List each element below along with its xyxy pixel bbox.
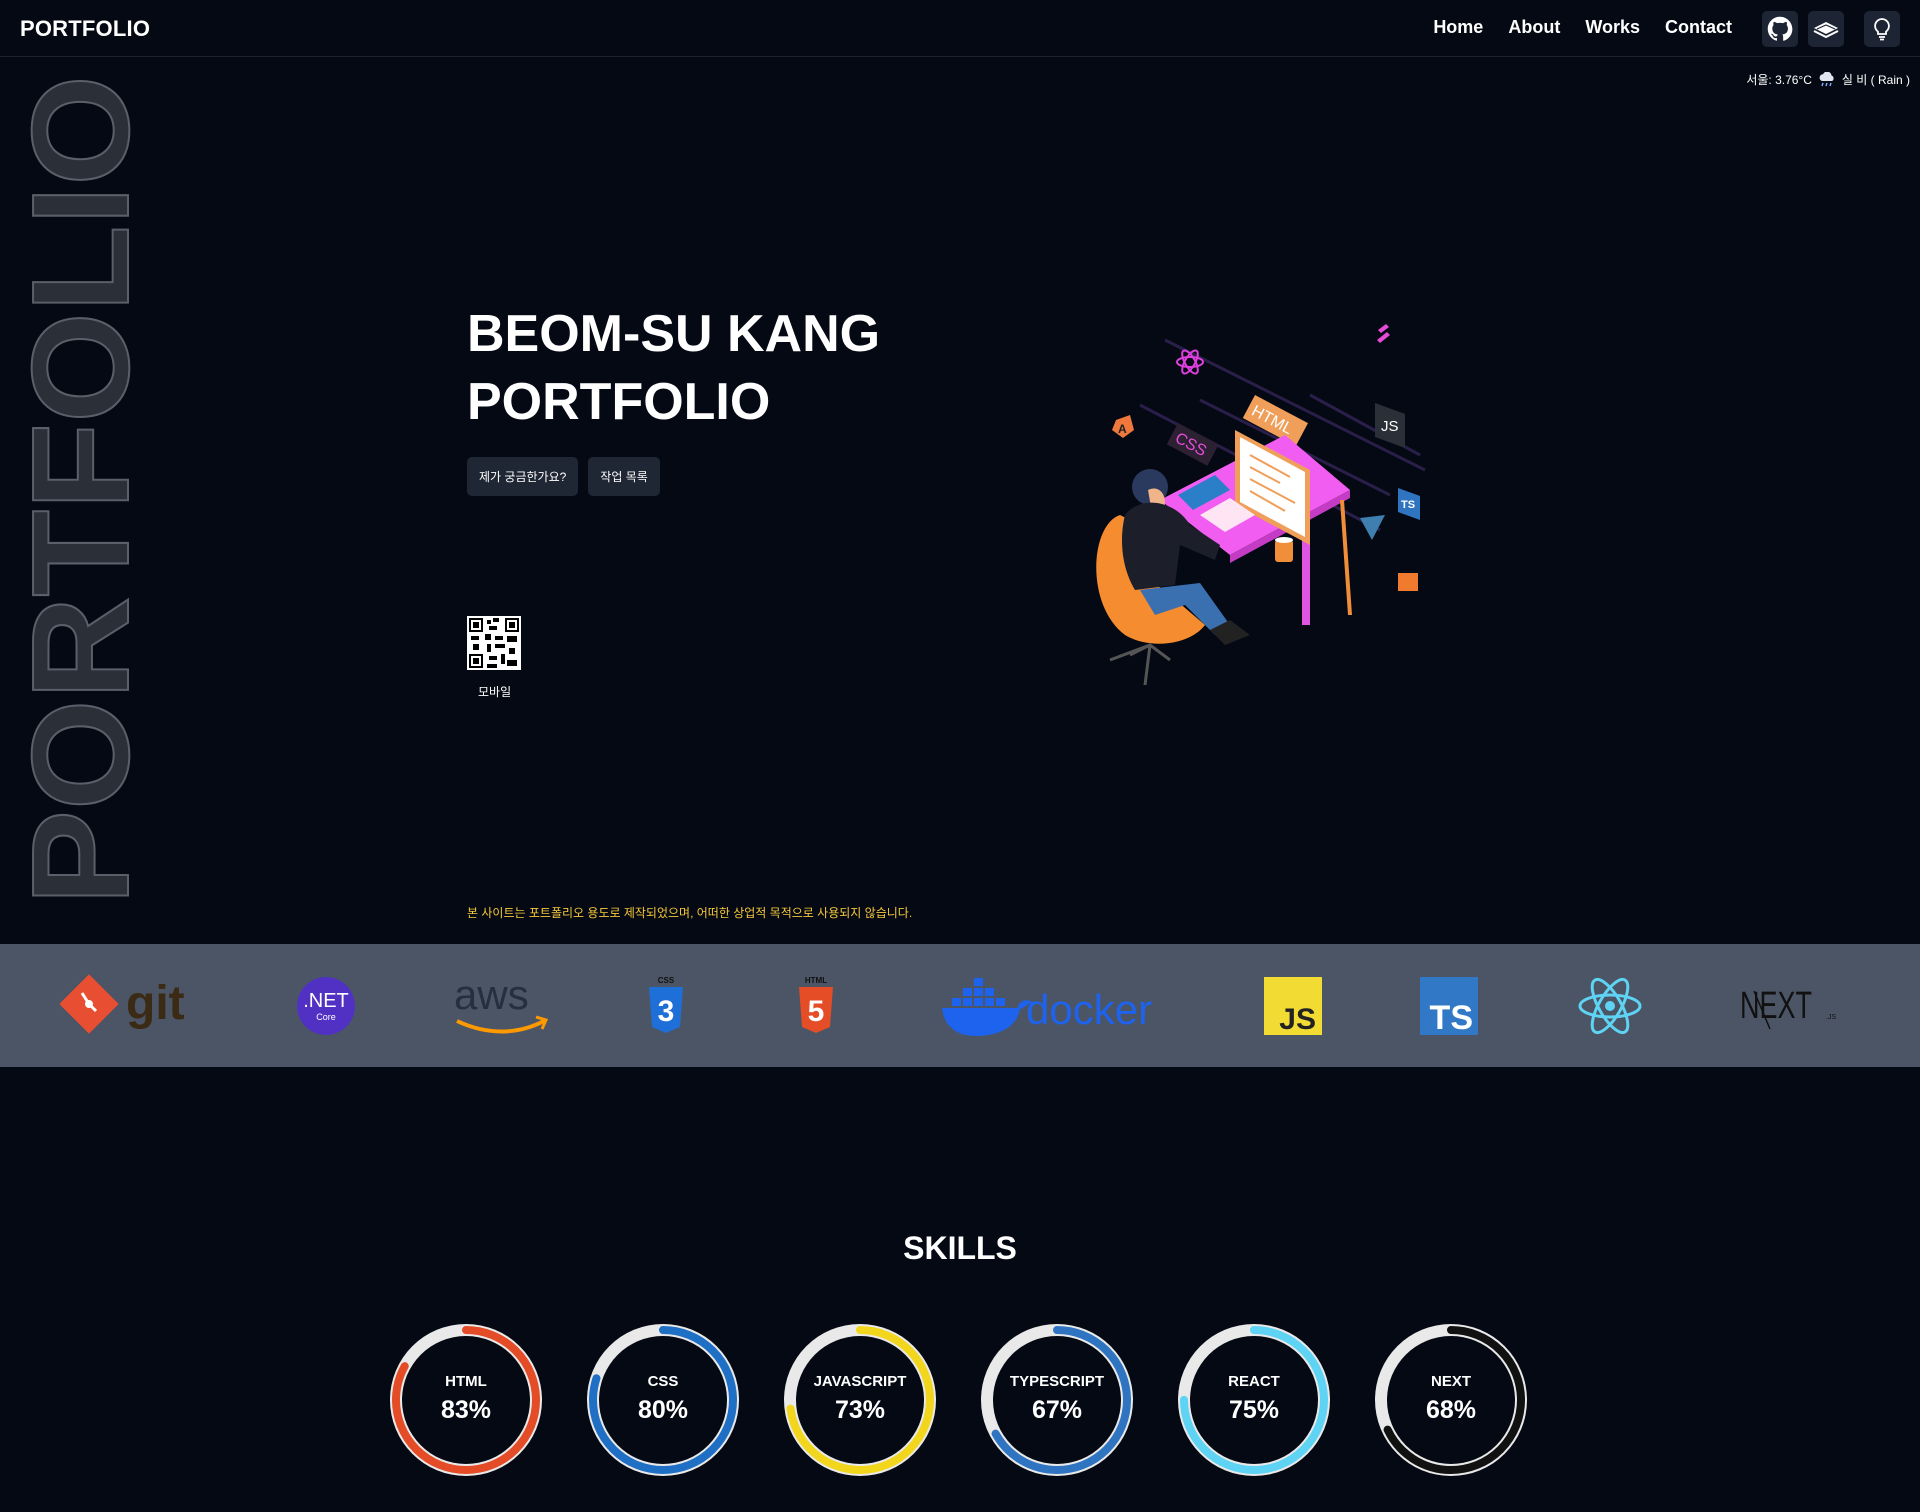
angular-icon: A: [1112, 415, 1134, 438]
svg-text:.JS: .JS: [1826, 1014, 1836, 1021]
react-logo: [1578, 944, 1642, 1067]
css-tag: CSS: [1166, 423, 1219, 466]
side-word-text: PORTFOLIO: [10, 75, 135, 905]
hero-title-line1: BEOM-SU KANG: [467, 305, 881, 363]
skill-name: TYPESCRIPT: [1009, 1373, 1105, 1390]
brand-logo[interactable]: PORTFOLIO: [20, 16, 150, 42]
docker-logo: docker: [940, 944, 1168, 1067]
svg-text:CSS: CSS: [658, 976, 675, 985]
html5-logo: HTML 5: [795, 944, 837, 1067]
skills-list: HTML 83% CSS 80% JAVASCRIPT 73% TYPESCRI…: [386, 1320, 1531, 1480]
nav-home-link[interactable]: Home: [1433, 17, 1483, 38]
blog-button[interactable]: [1808, 11, 1844, 47]
theme-toggle-button[interactable]: [1864, 11, 1900, 47]
nav-menu: Home About Works Contact: [1433, 17, 1732, 38]
skill-name: JAVASCRIPT: [813, 1373, 907, 1390]
git-icon: [60, 973, 119, 1034]
javascript-logo: JS: [1264, 944, 1322, 1067]
svg-text:JS: JS: [1279, 1003, 1316, 1035]
skill-name: NEXT: [1430, 1373, 1471, 1390]
nav-icon-buttons: [1752, 11, 1900, 47]
skill-percent: 67%: [1031, 1396, 1083, 1424]
github-icon: [1767, 16, 1793, 41]
git-logo: git: [60, 944, 200, 1067]
svg-text:Core: Core: [316, 1012, 336, 1022]
hero-buttons: 제가 궁금한가요? 작업 목록: [467, 457, 660, 496]
skill-react: REACT 75%: [1174, 1320, 1334, 1480]
svg-text:aws: aws: [454, 971, 529, 1018]
github-button[interactable]: [1762, 11, 1798, 47]
svg-text:5: 5: [808, 995, 825, 1028]
hero-title: BEOM-SU KANG PORTFOLIO: [467, 300, 880, 436]
vue-icon: [1360, 515, 1385, 540]
react-logo-icon: [1578, 977, 1642, 1034]
flutter-icon: [1377, 324, 1390, 343]
skill-css: CSS 80%: [583, 1320, 743, 1480]
svg-text:NEXT: NEXT: [1740, 985, 1812, 1027]
skill-name: CSS: [647, 1373, 679, 1390]
dotnet-logo: .NET Core: [296, 944, 356, 1067]
svg-text:TS: TS: [1430, 999, 1473, 1035]
svg-text:.NET: .NET: [303, 990, 349, 1012]
svg-text:docker: docker: [1026, 986, 1152, 1033]
mobile-qr-code[interactable]: [467, 616, 521, 670]
lightbulb-icon: [1874, 18, 1890, 41]
works-list-button[interactable]: 작업 목록: [588, 457, 660, 496]
css3-logo: CSS 3: [645, 944, 687, 1067]
skill-typescript: TYPESCRIPT 67%: [977, 1320, 1137, 1480]
skill-percent: 80%: [637, 1396, 689, 1424]
skill-html: HTML 83%: [386, 1320, 546, 1480]
svg-text:git: git: [126, 977, 185, 1030]
typescript-logo: TS: [1420, 944, 1478, 1067]
svelte-icon: [1398, 573, 1418, 591]
react-icon: [1176, 349, 1204, 375]
svg-text:TS: TS: [1401, 499, 1415, 511]
skills-title: SKILLS: [903, 1230, 1017, 1266]
weather-widget: 서울: 3.76°C 실 비 ( Rain ): [1746, 71, 1910, 88]
hero-title-line2: PORTFOLIO: [467, 373, 771, 431]
weather-temp: 서울: 3.76°C: [1746, 73, 1812, 87]
docker-whale-icon: [942, 977, 1032, 1036]
disclaimer-text: 본 사이트는 포트폴리오 용도로 제작되었으며, 어떠한 상업적 목적으로 사용…: [467, 906, 913, 920]
skill-percent: 73%: [834, 1396, 886, 1424]
developer-illustration: A HTML CSS JS TS: [1080, 315, 1440, 695]
js-tag: JS: [1375, 403, 1405, 448]
top-navbar: PORTFOLIO Home About Works Contact: [0, 0, 1920, 57]
tech-logo-strip: git .NET Core aws CSS 3 HTML 5 docker JS…: [0, 944, 1920, 1067]
skill-name: REACT: [1228, 1373, 1280, 1390]
ts-tag: TS: [1398, 488, 1420, 521]
vertical-portfolio-word: PORTFOLIO: [3, 70, 159, 910]
svg-text:3: 3: [658, 995, 675, 1028]
svg-text:JS: JS: [1381, 418, 1399, 435]
skill-name: HTML: [445, 1373, 487, 1390]
skill-percent: 75%: [1228, 1396, 1280, 1424]
svg-text:HTML: HTML: [805, 976, 827, 985]
skill-percent: 68%: [1425, 1396, 1477, 1424]
aws-logo: aws: [452, 944, 552, 1067]
nav-about-link[interactable]: About: [1508, 17, 1560, 38]
qr-label: 모바일: [478, 685, 512, 699]
weather-condition: 실 비 ( Rain ): [1841, 73, 1910, 87]
nav-contact-link[interactable]: Contact: [1665, 17, 1732, 38]
skill-javascript: JAVASCRIPT 73%: [780, 1320, 940, 1480]
about-me-button[interactable]: 제가 궁금한가요?: [467, 457, 579, 496]
skill-percent: 83%: [440, 1396, 492, 1424]
svg-text:A: A: [1118, 422, 1127, 436]
nav-works-link[interactable]: Works: [1585, 17, 1640, 38]
skill-next: NEXT 68%: [1371, 1320, 1531, 1480]
book-icon: [1813, 22, 1839, 39]
nextjs-logo: NEXT .JS: [1740, 944, 1840, 1067]
rain-cloud-icon: [1819, 71, 1834, 86]
